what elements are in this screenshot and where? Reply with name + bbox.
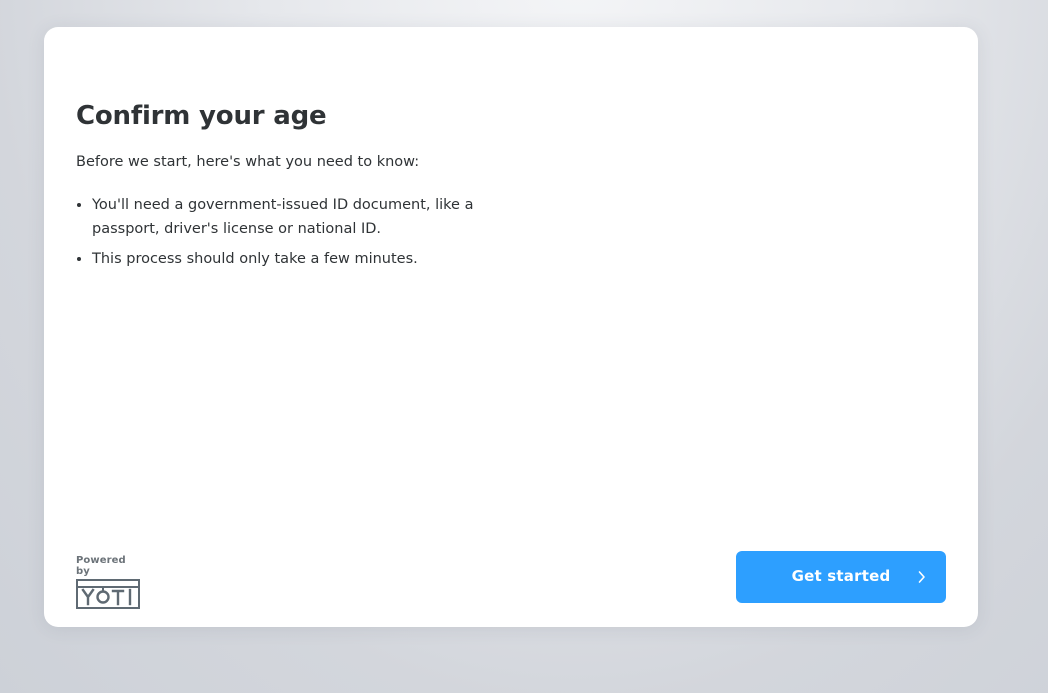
list-item-text: This process should only take a few minu… <box>92 251 418 267</box>
bullet-icon <box>77 203 81 207</box>
powered-by-yoti: Powered by <box>76 555 142 609</box>
chevron-right-icon <box>918 571 925 583</box>
age-verification-card: Confirm your age Before we start, here's… <box>44 27 978 627</box>
intro-text: Before we start, here's what you need to… <box>76 154 420 170</box>
list-item: This process should only take a few minu… <box>76 247 476 271</box>
yoti-logo-icon <box>76 579 140 609</box>
bullet-icon <box>77 257 81 261</box>
page-title: Confirm your age <box>76 101 327 131</box>
get-started-button[interactable]: Get started <box>736 551 946 603</box>
powered-by-label: Powered by <box>76 555 126 577</box>
get-started-label: Get started <box>791 567 891 585</box>
list-item-text: You'll need a government-issued ID docum… <box>92 197 474 237</box>
list-item: You'll need a government-issued ID docum… <box>76 193 476 241</box>
requirements-list: You'll need a government-issued ID docum… <box>76 193 476 277</box>
